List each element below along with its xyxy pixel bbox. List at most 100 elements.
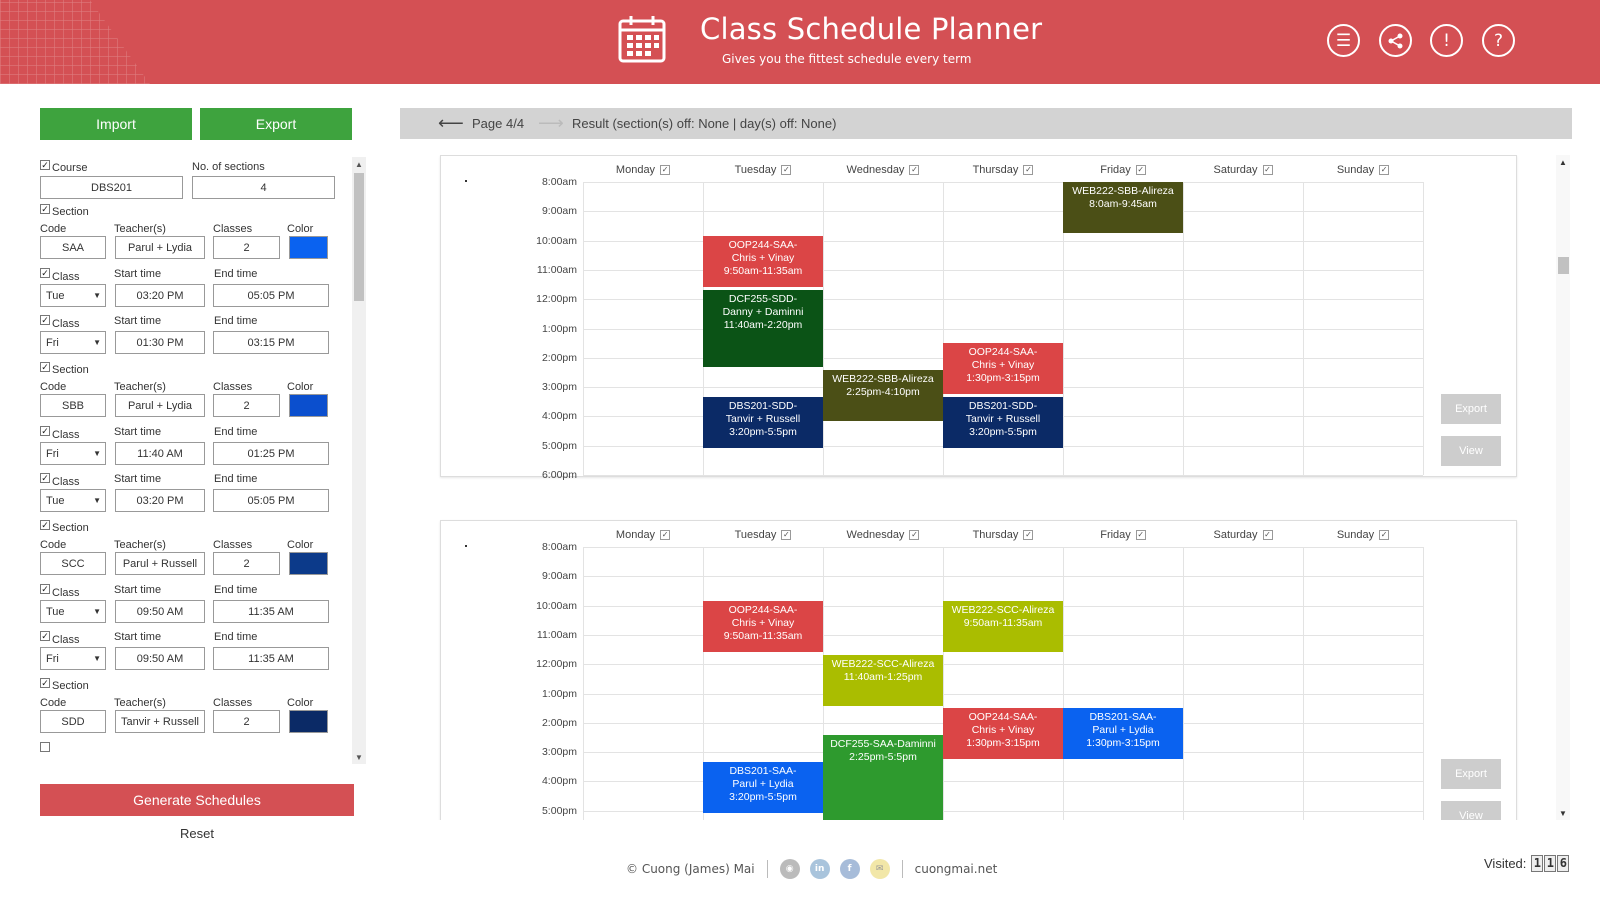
class-checkbox[interactable]	[40, 742, 50, 752]
class-end-time-input[interactable]: 11:35 AM	[213, 647, 329, 670]
class-event[interactable]: OOP244-SAA- Chris + Vinay 9:50am-11:35am	[703, 235, 823, 287]
class-checkbox[interactable]: ✓	[40, 315, 50, 325]
scroll-thumb[interactable]	[354, 173, 364, 301]
class-checkbox[interactable]: ✓	[40, 584, 50, 594]
schedule-export-button[interactable]: Export	[1441, 759, 1501, 789]
day-checkbox[interactable]: ✓	[781, 165, 792, 175]
schedule-view-button[interactable]: View	[1441, 436, 1501, 466]
section-classes-input[interactable]: 2	[213, 394, 280, 417]
day-checkbox[interactable]: ✓	[1023, 165, 1034, 175]
section-code-input[interactable]: SBB	[40, 394, 106, 417]
share-button[interactable]	[1379, 24, 1412, 57]
sections-count-input[interactable]: 4	[192, 176, 335, 199]
class-start-time-input[interactable]: 11:40 AM	[115, 442, 205, 465]
class-start-time-input[interactable]: 03:20 PM	[115, 489, 205, 512]
section-code-input[interactable]: SDD	[40, 710, 106, 733]
class-day-select[interactable]: Tue ▼	[40, 489, 106, 512]
form-scrollbar[interactable]: ▲ ▼	[352, 157, 366, 764]
prev-page-icon[interactable]: ⟵	[438, 113, 464, 134]
section-color-swatch[interactable]	[289, 394, 328, 417]
day-checkbox[interactable]: ✓	[660, 165, 671, 175]
section-classes-input[interactable]: 2	[213, 552, 280, 575]
class-start-time-input[interactable]: 09:50 AM	[115, 600, 205, 623]
section-color-swatch[interactable]	[289, 552, 328, 575]
class-event[interactable]: WEB222-SCC-Alireza 11:40am-1:25pm	[823, 654, 943, 706]
menu-button[interactable]: ☰	[1327, 24, 1360, 57]
class-day-select[interactable]: Fri ▼	[40, 442, 106, 465]
info-button[interactable]: !	[1430, 24, 1463, 57]
class-event[interactable]: OOP244-SAA- Chris + Vinay 9:50am-11:35am	[703, 600, 823, 652]
day-checkbox[interactable]: ✓	[1135, 530, 1146, 540]
course-code-input[interactable]: DBS201	[40, 176, 183, 199]
generate-schedules-button[interactable]: Generate Schedules	[40, 784, 354, 816]
section-checkbox[interactable]: ✓	[40, 520, 50, 530]
class-checkbox[interactable]: ✓	[40, 268, 50, 278]
section-code-input[interactable]: SCC	[40, 552, 106, 575]
section-teachers-input[interactable]: Parul + Lydia	[115, 394, 205, 417]
class-checkbox[interactable]: ✓	[40, 473, 50, 483]
reset-link[interactable]: Reset	[40, 826, 354, 841]
section-teachers-input[interactable]: Tanvir + Russell	[115, 710, 205, 733]
day-checkbox[interactable]: ✓	[1023, 530, 1034, 540]
class-event[interactable]: OOP244-SAA- Chris + Vinay 1:30pm-3:15pm	[943, 343, 1063, 395]
import-button[interactable]: Import	[40, 108, 192, 140]
next-page-icon[interactable]: ⟶	[538, 113, 564, 134]
class-event[interactable]: DBS201-SDD- Tanvir + Russell 3:20pm-5:5pm	[943, 396, 1063, 449]
class-event[interactable]: WEB222-SBB-Alireza 2:25pm-4:10pm	[823, 370, 943, 422]
schedule-export-button[interactable]: Export	[1441, 394, 1501, 424]
github-icon[interactable]: ◉	[779, 859, 800, 879]
scroll-up-icon[interactable]: ▲	[1556, 155, 1570, 169]
results-scrollbar[interactable]: ▲ ▼	[1556, 155, 1570, 820]
site-link[interactable]: cuongmai.net	[915, 862, 998, 876]
scroll-thumb[interactable]	[1558, 257, 1569, 274]
class-end-time-input[interactable]: 03:15 PM	[213, 331, 329, 354]
day-checkbox[interactable]: ✓	[1379, 165, 1390, 175]
scroll-up-icon[interactable]: ▲	[352, 157, 366, 171]
day-checkbox[interactable]: ✓	[1135, 165, 1146, 175]
class-event[interactable]: DBS201-SDD- Tanvir + Russell 3:20pm-5:5pm	[703, 396, 823, 449]
day-checkbox[interactable]: ✓	[1379, 530, 1390, 540]
class-start-time-input[interactable]: 09:50 AM	[115, 647, 205, 670]
section-color-swatch[interactable]	[289, 236, 328, 259]
class-start-time-input[interactable]: 01:30 PM	[115, 331, 205, 354]
class-day-select[interactable]: Tue ▼	[40, 284, 106, 307]
scroll-down-icon[interactable]: ▼	[352, 750, 366, 764]
day-checkbox[interactable]: ✓	[1262, 530, 1273, 540]
class-event[interactable]: WEB222-SBB-Alireza 8:0am-9:45am	[1063, 182, 1183, 234]
class-end-time-input[interactable]: 11:35 AM	[213, 600, 329, 623]
class-day-select[interactable]: Fri ▼	[40, 331, 106, 354]
section-color-swatch[interactable]	[289, 710, 328, 733]
class-end-time-input[interactable]: 05:05 PM	[213, 489, 329, 512]
section-checkbox[interactable]: ✓	[40, 678, 50, 688]
export-button[interactable]: Export	[200, 108, 352, 140]
class-day-select[interactable]: Fri ▼	[40, 647, 106, 670]
section-checkbox[interactable]: ✓	[40, 204, 50, 214]
class-end-time-input[interactable]: 01:25 PM	[213, 442, 329, 465]
day-checkbox[interactable]: ✓	[660, 530, 671, 540]
class-event[interactable]: WEB222-SCC-Alireza 9:50am-11:35am	[943, 600, 1063, 652]
day-checkbox[interactable]: ✓	[1262, 165, 1273, 175]
class-event[interactable]: OOP244-SAA- Chris + Vinay 1:30pm-3:15pm	[943, 708, 1063, 760]
class-checkbox[interactable]: ✓	[40, 631, 50, 641]
section-code-input[interactable]: SAA	[40, 236, 106, 259]
section-teachers-input[interactable]: Parul + Russell	[115, 552, 205, 575]
class-event[interactable]: DCF255-SAA-Daminni 2:25pm-5:5pm	[823, 735, 943, 820]
class-start-time-input[interactable]: 03:20 PM	[115, 284, 205, 307]
section-classes-input[interactable]: 2	[213, 710, 280, 733]
section-checkbox[interactable]: ✓	[40, 362, 50, 372]
email-icon[interactable]: ✉	[869, 859, 890, 879]
section-teachers-input[interactable]: Parul + Lydia	[115, 236, 205, 259]
course-checkbox[interactable]: ✓	[40, 160, 50, 170]
class-event[interactable]: DCF255-SDD- Danny + Daminni 11:40am-2:20pm	[703, 289, 823, 368]
class-event[interactable]: DBS201-SAA- Parul + Lydia 3:20pm-5:5pm	[703, 761, 823, 814]
schedule-view-button[interactable]: View	[1441, 801, 1501, 820]
facebook-icon[interactable]: f	[839, 859, 860, 879]
help-button[interactable]: ?	[1482, 24, 1515, 57]
linkedin-icon[interactable]: in	[809, 859, 830, 879]
section-classes-input[interactable]: 2	[213, 236, 280, 259]
day-checkbox[interactable]: ✓	[909, 165, 920, 175]
scroll-down-icon[interactable]: ▼	[1556, 806, 1570, 820]
class-checkbox[interactable]: ✓	[40, 426, 50, 436]
class-day-select[interactable]: Tue ▼	[40, 600, 106, 623]
class-event[interactable]: DBS201-SAA- Parul + Lydia 1:30pm-3:15pm	[1063, 708, 1183, 760]
